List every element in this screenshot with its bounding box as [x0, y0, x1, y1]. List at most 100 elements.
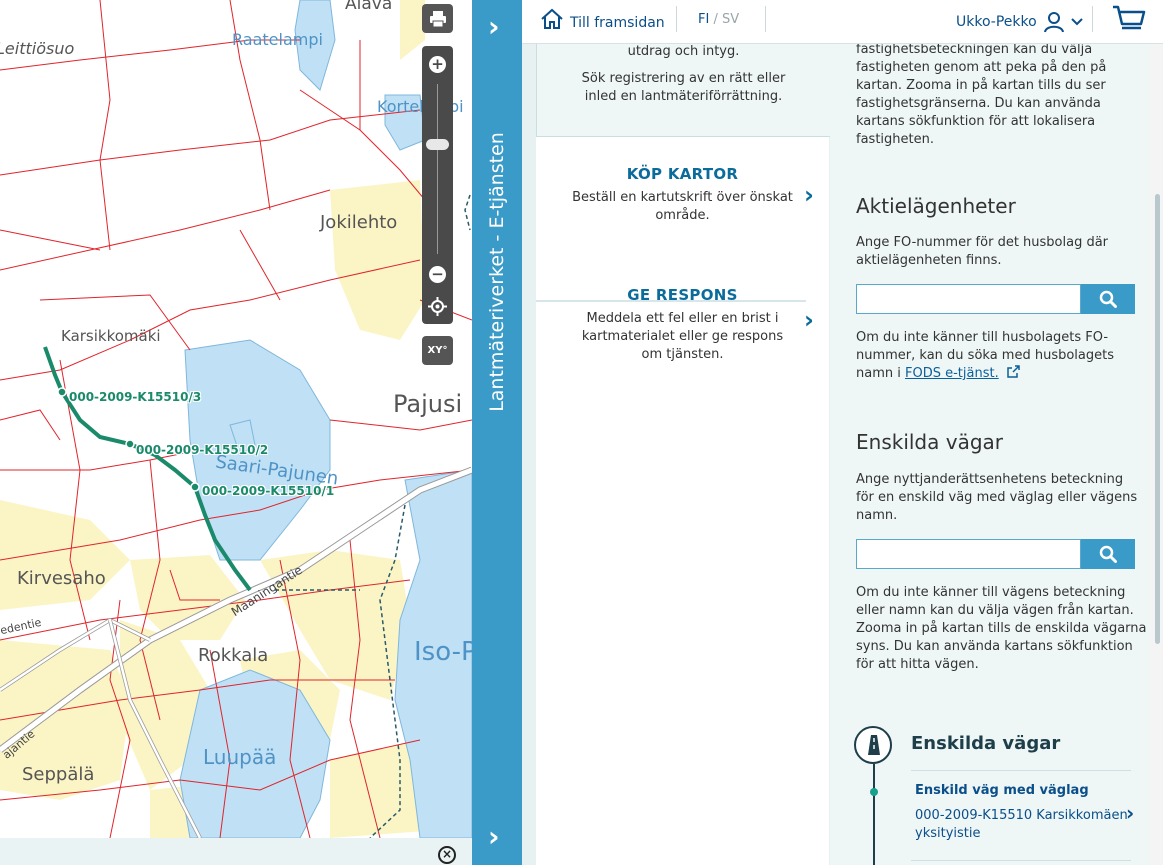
- lang-separator: /: [713, 12, 718, 27]
- map-canvas[interactable]: [0, 0, 472, 838]
- route-label[interactable]: 000-2009-K15510/3: [69, 390, 201, 404]
- text-line: Ange nyttjanderättsenhetens beteckning: [856, 472, 1124, 487]
- road-icon: [854, 726, 892, 764]
- text-line: Ange FO-nummer för det husbolag där: [856, 235, 1109, 250]
- scrollbar[interactable]: [1150, 44, 1163, 865]
- road-result-title: Enskilda vägar: [911, 733, 1061, 754]
- user-name: Ukko-Pekko: [956, 14, 1037, 30]
- coordinates-button[interactable]: XY°: [422, 336, 453, 365]
- route-node[interactable]: [190, 482, 200, 492]
- route-label[interactable]: 000-2009-K15510/2: [136, 443, 268, 457]
- text-line: fastigheten.: [856, 132, 934, 147]
- card-feedback[interactable]: GE RESPONS Meddela ett fel eller en bris…: [536, 286, 829, 364]
- scrollbar-thumb[interactable]: [1155, 194, 1160, 644]
- section-title-roads: Enskilda vägar: [856, 430, 1004, 454]
- text-line: Zooma in på kartan tills de enskilda väg…: [856, 621, 1147, 636]
- search-panel: fastighetsbeteckningen kan du välja fast…: [830, 44, 1150, 865]
- search-icon: [1099, 545, 1117, 563]
- print-button[interactable]: [422, 4, 453, 33]
- zoom-out-button[interactable]: −: [429, 266, 446, 283]
- text-line: för en enskild väg med väglag eller väge…: [856, 490, 1138, 505]
- card-title: KÖP KARTOR: [626, 165, 739, 183]
- service-title: Lantmäteriverket - E-tjänsten: [486, 132, 508, 412]
- user-menu[interactable]: Ukko-Pekko: [956, 11, 1083, 33]
- route-node[interactable]: [57, 387, 67, 397]
- zoom-slider-handle[interactable]: [426, 138, 449, 150]
- card-desc-line: Beställ en kartutskrift över önskat: [572, 190, 793, 205]
- card-desc-line: område.: [655, 208, 710, 223]
- card-text: Sök registrering av en rätt eller: [581, 71, 786, 86]
- map-bottom-strip: [0, 838, 472, 865]
- close-icon[interactable]: ×: [438, 846, 456, 864]
- top-header: Till framsidan FI / SV Ukko-Pekko: [522, 0, 1163, 44]
- shares-search-input[interactable]: [856, 284, 1081, 314]
- text-line: aktielägenheten finns.: [856, 253, 1002, 268]
- place-label: Seppälä: [22, 764, 95, 785]
- locate-icon[interactable]: [428, 297, 447, 316]
- home-icon: [541, 8, 563, 29]
- service-sidebar[interactable]: › Lantmäteriverket - E-tjänsten ›: [472, 0, 522, 865]
- chevron-right-icon[interactable]: ›: [488, 820, 500, 853]
- roads-search-input[interactable]: [856, 539, 1081, 569]
- chevron-right-icon[interactable]: ›: [488, 10, 500, 43]
- text-line: Om du inte känner till husbolagets FO-: [856, 330, 1109, 345]
- text-line: namn.: [856, 508, 898, 523]
- cart-icon: [1113, 5, 1146, 30]
- card-text: inled en lantmäteriförrättning.: [584, 89, 783, 104]
- place-label: Karsikkomäki: [61, 327, 161, 345]
- timeline-dot: [870, 788, 878, 796]
- external-link-icon[interactable]: [1007, 365, 1020, 378]
- place-label: Raatelampi: [232, 30, 323, 49]
- cart-button[interactable]: [1111, 4, 1147, 38]
- roads-search: [856, 539, 1135, 569]
- header-divider: [676, 6, 677, 32]
- lang-fi[interactable]: FI: [698, 12, 709, 27]
- header-divider: [765, 6, 766, 32]
- place-label: Iso-P: [414, 637, 472, 667]
- language-switch: FI / SV: [698, 12, 739, 27]
- divider: [911, 860, 1131, 861]
- text-line: kartan. Zooma in på kartan tills du ser: [856, 78, 1106, 93]
- route-label[interactable]: 000-2009-K15510/1: [202, 484, 334, 498]
- text-line: syns. Du kan använda kartans sökfunktion: [856, 639, 1133, 654]
- intro-text: fastighetsbeteckningen kan du välja fast…: [856, 44, 1106, 149]
- text-line: fastigheten genom att peka på den på: [856, 60, 1107, 75]
- zoom-control[interactable]: + −: [422, 46, 453, 324]
- chevron-right-icon[interactable]: ›: [804, 306, 814, 334]
- place-label: Alava: [345, 0, 393, 14]
- card-desc-line: kartmaterialet eller ge respons: [581, 329, 784, 344]
- map-view[interactable]: Alava Raatelampi Leittiösuo Kortelampi J…: [0, 0, 472, 838]
- place-label: Kirvesaho: [17, 568, 106, 589]
- place-label: Leittiösuo: [0, 39, 75, 58]
- fods-link[interactable]: FODS e-tjänst.: [905, 366, 999, 381]
- shares-help: Om du inte känner till husbolagets FO- n…: [856, 329, 1114, 383]
- road-result-link[interactable]: 000-2009-K15510 Karsikkomäen yksityistie: [915, 807, 1130, 843]
- section-desc: Ange nyttjanderättsenhetens beteckning f…: [856, 471, 1137, 525]
- card-description: Beställ en kartutskrift över önskat områ…: [536, 189, 829, 225]
- place-label: Pajusi: [393, 390, 463, 418]
- text-line: kartans sökfunktion för att lokalisera: [856, 114, 1096, 129]
- text-line: Om du inte känner till vägens beteckning: [856, 585, 1126, 600]
- help-prefix: namn i: [856, 366, 905, 381]
- shares-search: [856, 284, 1135, 314]
- chevron-right-icon[interactable]: ›: [1126, 801, 1134, 825]
- chevron-right-icon[interactable]: ›: [804, 181, 814, 209]
- home-link[interactable]: Till framsidan: [540, 7, 665, 31]
- register-card-tail[interactable]: utdrag och intyg. Sök registrering av en…: [536, 44, 830, 137]
- chevron-down-icon: [1070, 18, 1083, 26]
- search-icon: [1099, 290, 1117, 308]
- roads-search-button[interactable]: [1081, 539, 1135, 569]
- zoom-track[interactable]: [437, 84, 438, 254]
- home-label: Till framsidan: [570, 15, 665, 31]
- text-line: eller namn kan du välja vägen från karta…: [856, 603, 1134, 618]
- section-desc: Ange FO-nummer för det husbolag där akti…: [856, 234, 1108, 270]
- route-node[interactable]: [125, 439, 135, 449]
- card-buy-maps[interactable]: KÖP KARTOR Beställ en kartutskrift över …: [536, 165, 829, 225]
- zoom-in-button[interactable]: +: [429, 56, 446, 73]
- divider: [911, 770, 1131, 771]
- timeline-line: [873, 764, 875, 865]
- service-cards: KÖP KARTOR Beställ en kartutskrift över …: [536, 137, 829, 865]
- lang-sv[interactable]: SV: [722, 12, 739, 27]
- shares-search-button[interactable]: [1081, 284, 1135, 314]
- card-desc-line: Meddela ett fel eller en brist i: [586, 311, 779, 326]
